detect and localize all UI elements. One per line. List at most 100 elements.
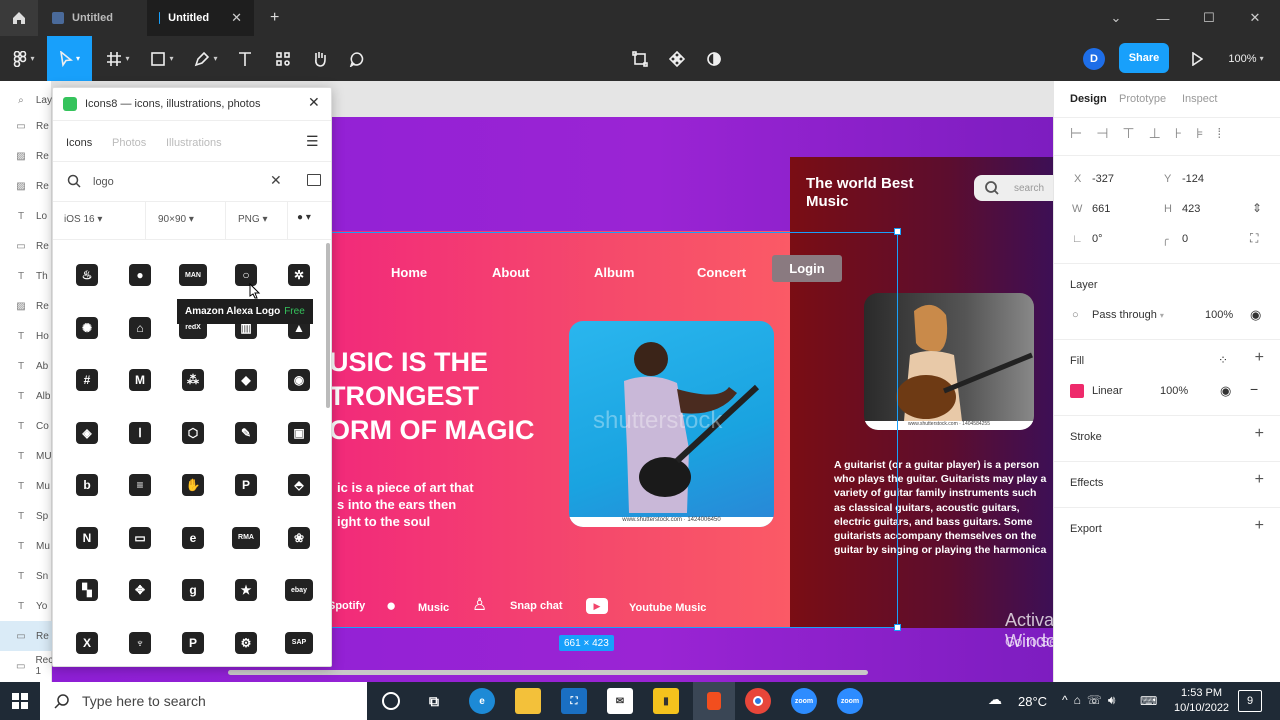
- close-tab-icon[interactable]: ✕: [231, 10, 242, 26]
- layer-row[interactable]: T Co: [0, 411, 52, 441]
- frame-tool-button[interactable]: ▾: [98, 36, 138, 81]
- zoom-icon[interactable]: zoom: [837, 688, 863, 714]
- layer-row[interactable]: ▨ Re: [0, 141, 52, 171]
- layer-row[interactable]: T Ho: [0, 321, 52, 351]
- comment-tool-button[interactable]: [342, 36, 372, 81]
- icon-result[interactable]: ▣: [279, 413, 319, 453]
- folder-icon[interactable]: [307, 174, 321, 186]
- add-export-icon[interactable]: +: [1255, 517, 1264, 535]
- layer-row[interactable]: ▨ Re: [0, 291, 52, 321]
- icon-result[interactable]: ⬘: [279, 465, 319, 505]
- icon-result[interactable]: P: [226, 465, 266, 505]
- layer-row[interactable]: T Sp: [0, 501, 52, 531]
- move-tool-button[interactable]: ▾: [47, 36, 92, 81]
- chevron-down-icon[interactable]: ⌄: [1093, 0, 1139, 36]
- icon-result[interactable]: #: [67, 360, 107, 400]
- icon-result[interactable]: ◉: [279, 360, 319, 400]
- layer-row[interactable]: T MU: [0, 441, 52, 471]
- layer-row[interactable]: T Mu: [0, 531, 52, 561]
- blend-mode-dropdown[interactable]: Pass through ▾: [1092, 309, 1164, 321]
- independent-corners-icon[interactable]: ⛶: [1250, 231, 1258, 246]
- crop-button[interactable]: [626, 36, 654, 81]
- clock[interactable]: 1:53 PM 10/10/2022: [1174, 686, 1229, 716]
- icon-result[interactable]: ⬡: [173, 413, 213, 453]
- windows-start-icon[interactable]: [12, 693, 28, 709]
- icon-result[interactable]: RMA: [226, 518, 266, 558]
- icon-result[interactable]: ❀: [279, 518, 319, 558]
- icon-result[interactable]: ▚: [67, 570, 107, 610]
- layer-row[interactable]: T Alb: [0, 381, 52, 411]
- icon-result[interactable]: ▭: [120, 518, 160, 558]
- icon-result[interactable]: ⚙: [226, 623, 266, 663]
- taskbar-search[interactable]: Type here to search: [40, 682, 367, 720]
- icon-result[interactable]: Ⅰ: [120, 413, 160, 453]
- icon-result[interactable]: ✎: [226, 413, 266, 453]
- icon-result[interactable]: MAN: [173, 255, 213, 295]
- close-plugin-icon[interactable]: ✕: [308, 94, 320, 111]
- icon-result[interactable]: M: [120, 360, 160, 400]
- icon-result[interactable]: ♆: [120, 623, 160, 663]
- styles-icon[interactable]: ⁘: [1218, 353, 1228, 367]
- tab-prototype[interactable]: Prototype: [1119, 93, 1166, 105]
- layer-row[interactable]: T Sn: [0, 561, 52, 591]
- icon-result[interactable]: P: [173, 623, 213, 663]
- eye-icon[interactable]: ◉: [1250, 307, 1261, 323]
- format-dropdown[interactable]: PNG ▾: [238, 214, 267, 225]
- platform-dropdown[interactable]: iOS 16 ▾: [64, 214, 102, 225]
- tab-design[interactable]: Design: [1070, 93, 1107, 105]
- width-field[interactable]: 661: [1092, 203, 1110, 215]
- avatar[interactable]: D: [1082, 36, 1106, 81]
- tab-untitled-2[interactable]: Untitled ✕: [147, 0, 254, 36]
- tab-photos[interactable]: Photos: [112, 137, 146, 149]
- clear-search-icon[interactable]: ✕: [270, 172, 282, 189]
- icon-result[interactable]: N: [67, 518, 107, 558]
- layer-row[interactable]: ▭ Re: [0, 231, 52, 261]
- store-icon[interactable]: ⛶: [561, 688, 587, 714]
- layer-opacity-field[interactable]: 100%: [1205, 309, 1233, 321]
- constrain-proportions-icon[interactable]: ⇕: [1252, 201, 1262, 215]
- file-explorer-icon[interactable]: [515, 688, 541, 714]
- remove-fill-icon[interactable]: −: [1250, 381, 1258, 397]
- fill-type[interactable]: Linear: [1092, 385, 1123, 397]
- hand-tool-button[interactable]: [305, 36, 335, 81]
- minimize-button[interactable]: —: [1140, 0, 1186, 36]
- icon-result[interactable]: ●: [120, 255, 160, 295]
- height-field[interactable]: 423: [1182, 203, 1200, 215]
- icon-result[interactable]: ✲: [279, 255, 319, 295]
- icon-result[interactable]: e: [173, 518, 213, 558]
- fill-swatch[interactable]: [1070, 384, 1084, 398]
- zoom-icon[interactable]: zoom: [791, 688, 817, 714]
- notification-center[interactable]: 9: [1238, 690, 1262, 712]
- resize-handle[interactable]: [894, 624, 901, 631]
- icon-result[interactable]: ⌂: [120, 308, 160, 348]
- menu-icon[interactable]: ☰: [306, 133, 319, 150]
- resources-button[interactable]: [268, 36, 298, 81]
- tab-icons[interactable]: Icons: [66, 137, 92, 149]
- alignment-icons[interactable]: ⊢⊣⊤⊥⊦⊧⁞: [1070, 125, 1270, 143]
- y-field[interactable]: -124: [1182, 173, 1204, 185]
- layer-row[interactable]: T Mu: [0, 471, 52, 501]
- layer-row[interactable]: ▭ Re: [0, 111, 52, 141]
- radius-field[interactable]: 0: [1182, 233, 1188, 245]
- maximize-button[interactable]: ☐: [1186, 0, 1232, 36]
- icons8-search-input[interactable]: logo: [93, 176, 114, 188]
- present-button[interactable]: [1186, 36, 1208, 81]
- language-icon[interactable]: ⌨: [1140, 694, 1157, 708]
- figma-taskbar-icon[interactable]: [693, 682, 735, 720]
- icon-result[interactable]: ✥: [120, 570, 160, 610]
- components-button[interactable]: [663, 36, 691, 81]
- zoom-dropdown[interactable]: 100% ▾: [1222, 36, 1270, 81]
- layer-row[interactable]: ▭Rectangle 1: [0, 651, 80, 681]
- x-field[interactable]: -327: [1092, 173, 1114, 185]
- size-dropdown[interactable]: 90×90 ▾: [158, 214, 194, 225]
- icon-result[interactable]: ★: [226, 570, 266, 610]
- layer-row[interactable]: T Yo: [0, 591, 52, 621]
- power-bi-icon[interactable]: ▮: [653, 688, 679, 714]
- share-button[interactable]: Share: [1119, 43, 1169, 73]
- shape-tool-button[interactable]: ▾: [142, 36, 182, 81]
- home-icon[interactable]: [0, 0, 38, 36]
- edge-icon[interactable]: e: [469, 688, 495, 714]
- fill-eye-icon[interactable]: ◉: [1220, 383, 1231, 399]
- icon-result[interactable]: ◆: [226, 360, 266, 400]
- icon-result[interactable]: ⁂: [173, 360, 213, 400]
